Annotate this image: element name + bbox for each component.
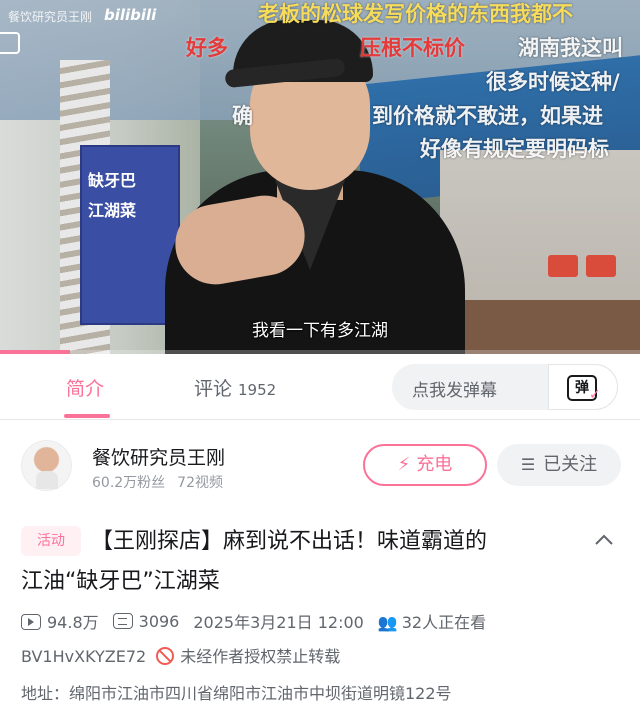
bilibili-logo: bilibili [104,6,157,24]
tab-bar: 简介 评论 1952 点我发弹幕 弹 ✓ [0,354,640,420]
lightning-icon: ⚡ [397,454,411,475]
danmaku-input[interactable]: 点我发弹幕 弹 ✓ [392,364,618,410]
bvid-row: BV1HvXKYZE72 未经作者授权禁止转载 [21,643,340,667]
video-stats-row: 94.8万 3096 2025年3月21日 12:00 👥 32人正在看 [21,609,631,633]
video-subtitle: 我看一下有多江湖 [252,321,388,341]
repost-notice-text: 未经作者授权禁止转载 [180,647,341,666]
tab-intro[interactable]: 简介 [66,374,104,401]
menu-icon: ☰ [520,455,536,474]
danmaku-toggle-button[interactable]: 弹 ✓ [548,364,618,410]
play-icon [21,614,41,630]
shop-sign-line-2: 江湖菜 [88,201,137,220]
danmaku-comment: 确 [232,104,253,128]
view-count-value: 94.8万 [47,613,99,632]
people-icon: 👥 [377,613,398,632]
watching-count: 👥 32人正在看 [378,609,486,633]
tab-comments-count: 1952 [238,381,277,399]
chevron-up-icon[interactable] [592,528,616,552]
danmaku-count-value: 3096 [138,611,180,631]
follow-button-label: 已关注 [543,454,598,475]
repost-notice: 未经作者授权禁止转载 [156,643,340,667]
uploader-watermark: 餐饮研究员王刚 [8,10,93,24]
video-scene-chair [548,255,578,277]
tab-comments[interactable]: 评论 1952 [194,374,276,401]
danmaku-comment: 压根不标价 [360,36,465,60]
danmaku-comment: 很多时候这种/ [486,70,620,94]
danmaku-input-placeholder: 点我发弹幕 [412,381,497,401]
tv-icon [0,32,20,54]
uploader-name[interactable]: 餐饮研究员王刚 [92,443,225,470]
charge-button[interactable]: ⚡ 充电 [363,444,487,486]
publish-time: 2025年3月21日 12:00 [193,613,364,632]
watching-count-value: 32人正在看 [401,613,487,632]
danmaku-comment: 到价格就不敢进，如果进 [372,104,603,128]
video-person [165,20,465,354]
uploader-avatar[interactable] [21,440,72,491]
view-count: 94.8万 [21,609,99,633]
danmaku-comment: 老板的松球发写价格的东西我都不 [258,2,573,26]
danmaku-count: 3096 [112,611,180,631]
shop-sign-line-1: 缺牙巴 [88,171,137,190]
danmaku-icon [112,612,133,629]
ban-icon [156,647,175,665]
video-title-line-2: 江油“缺牙巴”江湖菜 [21,569,220,594]
uploader-video-count: 72视频 [177,475,223,491]
danmaku-comment: 好像有规定要明码标 [420,137,609,161]
check-icon: ✓ [589,387,601,403]
video-title-line-1: 【王刚探店】麻到说不出话！味道霸道的 [91,529,488,554]
uploader-stats: 60.2万粉丝 72视频 [92,472,223,492]
danmaku-comment: 好多 [186,36,228,60]
tab-comments-label: 评论 [194,378,233,400]
activity-tag[interactable]: 活动 [21,526,81,556]
uploader-followers: 60.2万粉丝 [92,475,166,491]
video-title: 活动 【王刚探店】麻到说不出话！味道霸道的 江油“缺牙巴”江湖菜 [21,522,591,602]
tab-active-indicator [64,414,110,418]
video-scene-chair [586,255,616,277]
video-player[interactable]: 缺牙巴 江湖菜 老板的松球发写价格的东西我都不 好多 压根不标价 湖南我这叫 很… [0,0,640,354]
charge-button-label: 充电 [416,454,453,475]
bvid[interactable]: BV1HvXKYZE72 [21,647,146,666]
danmaku-comment: 湖南我这叫 [518,36,623,60]
follow-button[interactable]: ☰ 已关注 [497,444,621,486]
address[interactable]: 地址：绵阳市江油市四川省绵阳市江油市中坝街道明镜122号 [21,680,452,704]
